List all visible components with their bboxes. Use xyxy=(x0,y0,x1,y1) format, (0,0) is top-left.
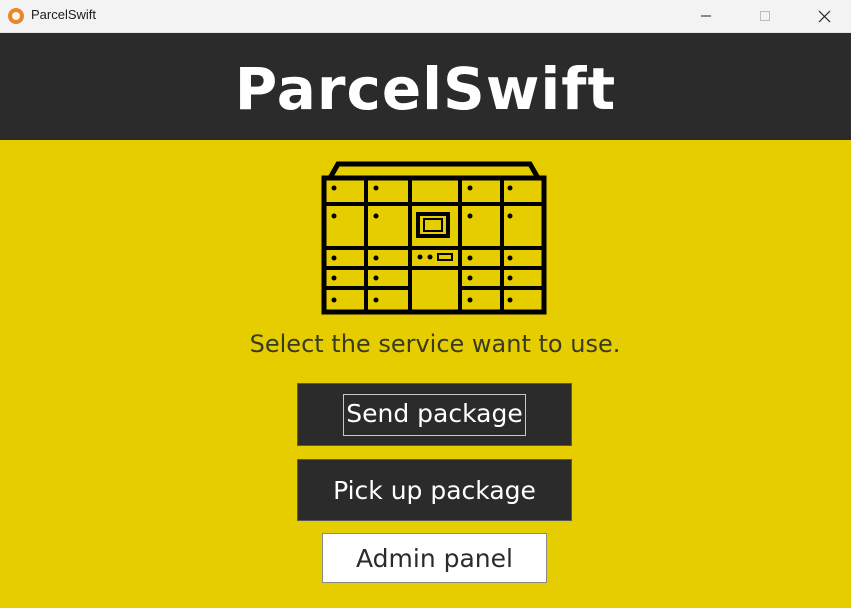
app-window: ParcelSwift ParcelSwift Select the servi… xyxy=(0,0,851,608)
pick-up-package-button[interactable]: Pick up package xyxy=(297,459,572,521)
service-prompt: Select the service want to use. xyxy=(249,330,621,358)
window-title: ParcelSwift xyxy=(31,7,97,22)
page-title: ParcelSwift xyxy=(234,55,617,123)
close-button[interactable] xyxy=(801,0,847,32)
admin-panel-button[interactable]: Admin panel xyxy=(322,533,547,583)
parcel-locker-icon xyxy=(321,161,547,315)
send-package-label: Send package xyxy=(343,393,526,436)
app-header: ParcelSwift xyxy=(0,33,851,140)
maximize-button[interactable] xyxy=(742,0,788,32)
app-logo-icon xyxy=(8,8,24,24)
minimize-button[interactable] xyxy=(683,0,729,32)
pick-up-package-label: Pick up package xyxy=(333,475,536,505)
close-icon xyxy=(818,10,830,22)
title-bar: ParcelSwift xyxy=(0,0,851,33)
admin-panel-label: Admin panel xyxy=(356,543,513,573)
maximize-icon xyxy=(760,11,770,21)
send-package-button[interactable]: Send package xyxy=(297,383,572,446)
minimize-icon xyxy=(701,15,711,17)
